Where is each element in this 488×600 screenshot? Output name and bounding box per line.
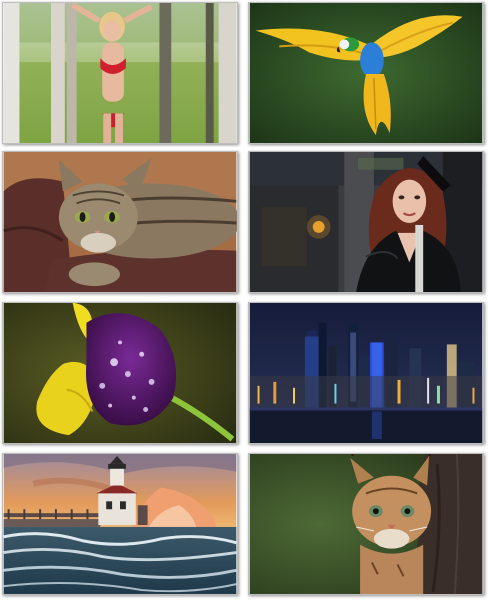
woman-leather-jacket-image bbox=[249, 152, 483, 292]
city-skyline-night-image bbox=[249, 303, 483, 443]
lighthouse-waves-image bbox=[3, 454, 237, 594]
lynx-kitten-image bbox=[249, 454, 483, 594]
tabby-cat-image bbox=[3, 152, 237, 292]
macaw-flight-image bbox=[249, 3, 483, 143]
purple-pansy-photo[interactable] bbox=[2, 302, 238, 444]
purple-pansy-image bbox=[3, 303, 237, 443]
lighthouse-waves-photo[interactable] bbox=[2, 453, 238, 595]
woman-leather-jacket-photo[interactable] bbox=[248, 151, 484, 293]
macaw-flight-photo[interactable] bbox=[248, 2, 484, 144]
woman-forest-image bbox=[3, 3, 237, 143]
woman-forest-photo[interactable] bbox=[2, 2, 238, 144]
lynx-kitten-photo[interactable] bbox=[248, 453, 484, 595]
city-skyline-night-photo[interactable] bbox=[248, 302, 484, 444]
tabby-cat-photo[interactable] bbox=[2, 151, 238, 293]
